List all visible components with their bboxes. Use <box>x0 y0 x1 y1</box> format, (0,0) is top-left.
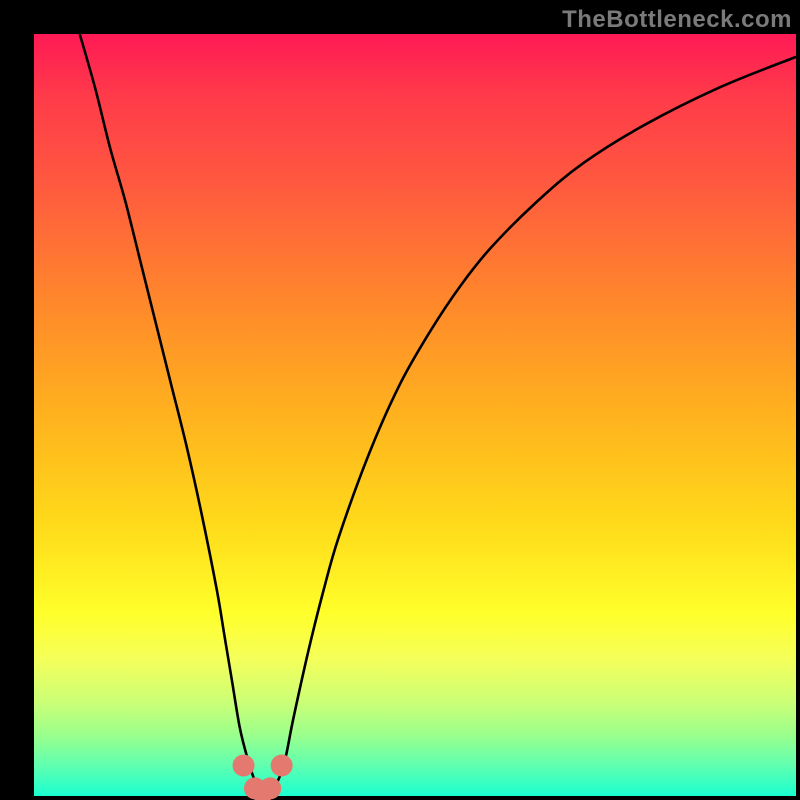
curve-marker <box>259 777 281 799</box>
watermark-text: TheBottleneck.com <box>562 6 792 34</box>
curve-marker <box>233 755 255 777</box>
curve-markers <box>233 755 293 800</box>
plot-area <box>34 34 796 796</box>
chart-svg <box>34 34 796 796</box>
curve-marker <box>271 755 293 777</box>
bottleneck-curve <box>80 34 796 789</box>
chart-frame: TheBottleneck.com <box>0 0 800 800</box>
